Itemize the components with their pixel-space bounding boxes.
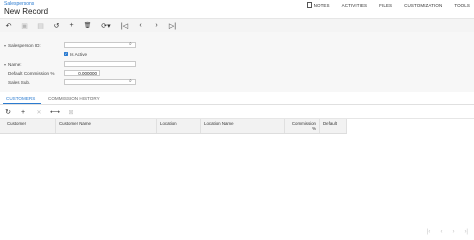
column-customer[interactable]: Customer <box>0 119 56 133</box>
column-customer-name[interactable]: Customer Name <box>56 119 157 133</box>
export-icon[interactable]: ⊠ <box>66 107 76 117</box>
collapse-icon[interactable]: ▾ <box>4 62 6 67</box>
previous-page-icon[interactable]: ‹ <box>440 229 442 235</box>
back-icon[interactable]: ↶ <box>3 20 14 31</box>
active-tab-indicator <box>3 103 41 104</box>
next-record-icon[interactable]: › <box>151 20 162 31</box>
default-commission-field[interactable]: 0.000000 <box>64 70 100 76</box>
sales-sub-field[interactable] <box>64 79 136 85</box>
name-field[interactable] <box>64 61 136 67</box>
undo-icon[interactable]: ↺ <box>51 20 62 31</box>
tab-commission-history[interactable]: COMMISSION HISTORY <box>48 96 100 101</box>
page-header: Salespersons New Record NOTES ACTIVITIES… <box>0 0 474 17</box>
first-page-icon[interactable]: |‹ <box>427 229 431 235</box>
activities-button[interactable]: ACTIVITIES <box>342 2 368 8</box>
last-page-icon[interactable]: ›| <box>464 229 468 235</box>
fit-columns-icon[interactable]: ⟷ <box>50 107 60 117</box>
notes-button[interactable]: NOTES <box>306 2 330 8</box>
summary-form: ▾ Salesperson ID: ⌕ ✓ Is Active ▾ Name: … <box>0 32 474 92</box>
first-record-icon[interactable]: |◁ <box>119 20 130 31</box>
sales-sub-label: Sales Sub. <box>8 80 31 85</box>
grid-pager: |‹ ‹ › ›| <box>427 229 468 235</box>
page-title: New Record <box>4 7 49 16</box>
salesperson-id-field[interactable] <box>64 42 136 48</box>
grid-toolbar: ↻ + ✕ ⟷ ⊠ <box>0 106 474 119</box>
default-commission-label: Default Commission % <box>8 71 55 76</box>
previous-record-icon[interactable]: ‹ <box>135 20 146 31</box>
refresh-icon[interactable]: ↻ <box>3 107 13 117</box>
column-location[interactable]: Location <box>157 119 201 133</box>
search-icon[interactable]: ⌕ <box>129 41 132 47</box>
files-button[interactable]: FILES <box>379 2 392 8</box>
customization-button[interactable]: CUSTOMIZATION <box>404 2 442 8</box>
grid-header: Customer Customer Name Location Location… <box>0 119 347 134</box>
top-actions: NOTES ACTIVITIES FILES CUSTOMIZATION TOO… <box>306 2 470 8</box>
name-label: Name: <box>8 62 22 67</box>
column-commission[interactable]: Commission % <box>285 119 320 133</box>
column-location-name[interactable]: Location Name <box>201 119 285 133</box>
tab-bar: CUSTOMERS COMMISSION HISTORY <box>0 94 474 105</box>
next-page-icon[interactable]: › <box>452 229 454 235</box>
salesperson-id-label: Salesperson ID: <box>8 43 41 48</box>
document-icon <box>306 2 312 8</box>
search-icon[interactable]: ⌕ <box>129 78 132 84</box>
tools-button[interactable]: TOOLS <box>454 2 470 8</box>
save-icon[interactable]: ▣ <box>19 20 30 31</box>
add-icon[interactable]: + <box>66 20 77 31</box>
tab-customers[interactable]: CUSTOMERS <box>6 96 35 101</box>
copy-paste-icon[interactable]: ⟳▾ <box>99 20 113 31</box>
collapse-icon[interactable]: ▾ <box>4 43 6 48</box>
column-default[interactable]: Default <box>320 119 347 133</box>
last-record-icon[interactable]: ▷| <box>167 20 178 31</box>
delete-row-icon[interactable]: ✕ <box>34 107 44 117</box>
is-active-label: Is Active <box>70 52 88 57</box>
add-row-icon[interactable]: + <box>18 107 28 117</box>
is-active-checkbox[interactable]: ✓ <box>64 52 68 56</box>
save-close-icon[interactable]: ▤ <box>35 20 46 31</box>
record-toolbar: ↶ ▣ ▤ ↺ + 🗑 ⟳▾ |◁ ‹ › ▷| <box>0 18 474 33</box>
delete-icon[interactable]: 🗑 <box>82 20 93 31</box>
